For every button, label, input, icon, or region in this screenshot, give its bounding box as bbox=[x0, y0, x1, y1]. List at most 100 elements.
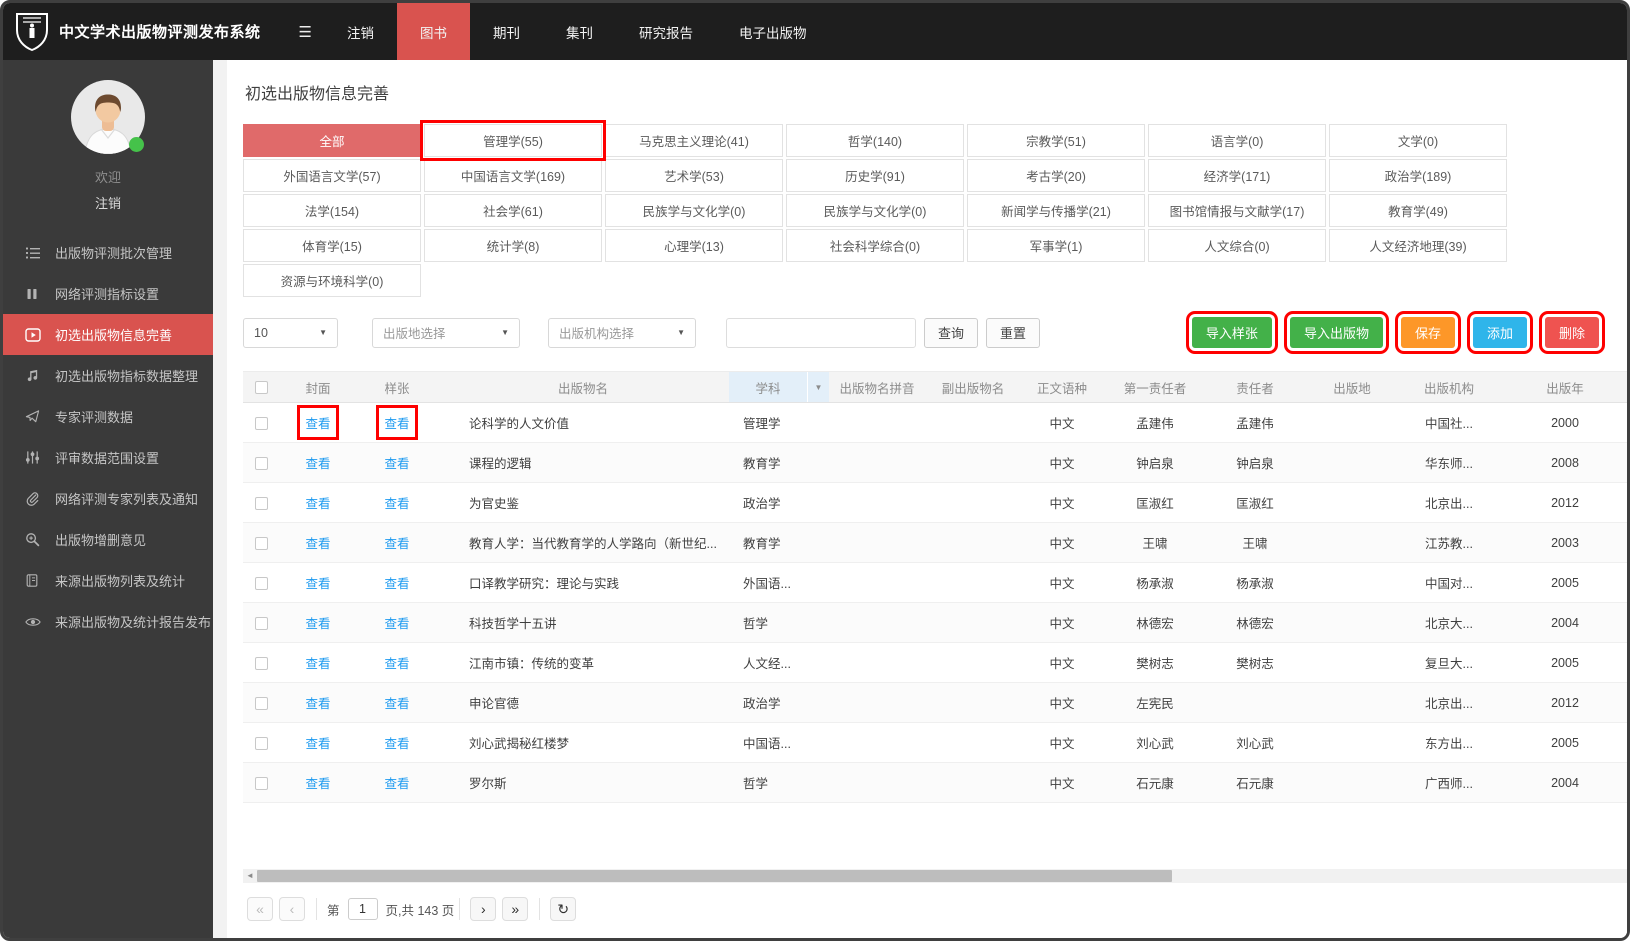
cover-view-link[interactable]: 查看 bbox=[305, 493, 330, 512]
sample-view-link[interactable]: 查看 bbox=[376, 405, 418, 440]
sidebar-item-2[interactable]: 初选出版物信息完善 bbox=[3, 314, 213, 355]
category-button-21[interactable]: 体育学(15) bbox=[243, 229, 421, 262]
category-button-14[interactable]: 法学(154) bbox=[243, 194, 421, 227]
vertical-scroll-strip[interactable] bbox=[213, 60, 227, 938]
sample-view-link[interactable]: 查看 bbox=[384, 653, 409, 672]
row-checkbox[interactable] bbox=[254, 616, 268, 630]
sidebar-item-8[interactable]: 来源出版物列表及统计 bbox=[3, 560, 213, 601]
sample-view-link[interactable]: 查看 bbox=[384, 613, 409, 632]
row-checkbox[interactable] bbox=[254, 496, 268, 510]
nav-item-1[interactable]: 图书 bbox=[396, 3, 470, 60]
query-button[interactable]: 查询 bbox=[924, 317, 979, 348]
action-button-1[interactable]: 导入出版物 bbox=[1283, 311, 1389, 354]
scroll-left-icon[interactable]: ◄ bbox=[243, 869, 257, 883]
category-button-23[interactable]: 心理学(13) bbox=[605, 229, 783, 262]
category-button-0[interactable]: 全部 bbox=[243, 124, 421, 157]
page-number-input[interactable] bbox=[347, 898, 378, 920]
sidebar-item-0[interactable]: 出版物评测批次管理 bbox=[3, 232, 213, 273]
category-button-11[interactable]: 考古学(20) bbox=[967, 159, 1145, 192]
cover-view-link[interactable]: 查看 bbox=[305, 653, 330, 672]
action-button-2[interactable]: 保存 bbox=[1394, 311, 1461, 354]
cover-view-link[interactable]: 查看 bbox=[305, 733, 330, 752]
cover-view-link[interactable]: 查看 bbox=[305, 453, 330, 472]
sample-view-link[interactable]: 查看 bbox=[384, 493, 409, 512]
action-button-4[interactable]: 删除 bbox=[1538, 311, 1606, 354]
row-checkbox[interactable] bbox=[254, 776, 268, 790]
category-button-3[interactable]: 哲学(140) bbox=[786, 124, 964, 157]
category-button-2[interactable]: 马克思主义理论(41) bbox=[605, 124, 783, 157]
cover-view-link[interactable]: 查看 bbox=[305, 573, 330, 592]
row-checkbox[interactable] bbox=[254, 656, 268, 670]
sidebar-logout-link[interactable]: 注销 bbox=[3, 193, 213, 212]
sample-view-link[interactable]: 查看 bbox=[384, 733, 409, 752]
nav-item-2[interactable]: 期刊 bbox=[470, 3, 543, 60]
row-checkbox[interactable] bbox=[254, 456, 268, 470]
category-button-17[interactable]: 民族学与文化学(0) bbox=[786, 194, 964, 227]
category-button-19[interactable]: 图书馆情报与文献学(17) bbox=[1148, 194, 1326, 227]
sidebar-item-6[interactable]: 网络评测专家列表及通知 bbox=[3, 478, 213, 519]
cover-view-link[interactable]: 查看 bbox=[305, 693, 330, 712]
first-page-button[interactable]: « bbox=[247, 897, 273, 921]
nav-item-3[interactable]: 集刊 bbox=[543, 3, 616, 60]
publisher-org-select[interactable]: 出版机构选择 ▼ bbox=[548, 317, 696, 348]
nav-item-0[interactable]: 注销 bbox=[324, 3, 397, 60]
category-button-24[interactable]: 社会科学综合(0) bbox=[786, 229, 964, 262]
category-button-18[interactable]: 新闻学与传播学(21) bbox=[967, 194, 1145, 227]
category-button-26[interactable]: 人文综合(0) bbox=[1148, 229, 1326, 262]
sidebar-item-1[interactable]: 网络评测指标设置 bbox=[3, 273, 213, 314]
category-button-1[interactable]: 管理学(55) bbox=[420, 120, 606, 161]
cover-view-link[interactable]: 查看 bbox=[305, 773, 330, 792]
category-button-7[interactable]: 外国语言文学(57) bbox=[243, 159, 421, 192]
sidebar-item-4[interactable]: 专家评测数据 bbox=[3, 396, 213, 437]
prev-page-button[interactable]: ‹ bbox=[279, 897, 305, 921]
refresh-button[interactable]: ↻ bbox=[550, 897, 577, 921]
row-checkbox[interactable] bbox=[254, 416, 268, 430]
category-button-8[interactable]: 中国语言文学(169) bbox=[424, 159, 602, 192]
category-button-20[interactable]: 教育学(49) bbox=[1329, 194, 1507, 227]
row-checkbox[interactable] bbox=[254, 736, 268, 750]
subject-filter-dropdown-icon[interactable]: ▼ bbox=[807, 372, 829, 402]
publish-place-select[interactable]: 出版地选择 ▼ bbox=[372, 317, 520, 348]
category-button-9[interactable]: 艺术学(53) bbox=[605, 159, 783, 192]
category-button-15[interactable]: 社会学(61) bbox=[424, 194, 602, 227]
next-page-button[interactable]: › bbox=[470, 897, 497, 921]
sample-view-link[interactable]: 查看 bbox=[384, 773, 409, 792]
sidebar-item-3[interactable]: 初选出版物指标数据整理 bbox=[3, 355, 213, 396]
sample-view-link[interactable]: 查看 bbox=[384, 573, 409, 592]
horizontal-scrollbar[interactable]: ◄ bbox=[243, 869, 1627, 883]
category-button-16[interactable]: 民族学与文化学(0) bbox=[605, 194, 783, 227]
category-button-12[interactable]: 经济学(171) bbox=[1148, 159, 1326, 192]
reset-button[interactable]: 重置 bbox=[986, 317, 1041, 348]
category-button-25[interactable]: 军事学(1) bbox=[967, 229, 1145, 262]
nav-item-5[interactable]: 电子出版物 bbox=[716, 3, 830, 60]
last-page-button[interactable]: » bbox=[502, 897, 529, 921]
scrollbar-thumb[interactable] bbox=[257, 870, 1172, 882]
hamburger-icon[interactable]: ☰ bbox=[299, 23, 312, 41]
category-button-6[interactable]: 文学(0) bbox=[1329, 124, 1507, 157]
row-checkbox[interactable] bbox=[254, 536, 268, 550]
page-size-select[interactable]: 10 ▼ bbox=[243, 317, 338, 348]
sidebar-item-7[interactable]: 出版物增删意见 bbox=[3, 519, 213, 560]
action-button-0[interactable]: 导入样张 bbox=[1185, 311, 1278, 354]
row-checkbox[interactable] bbox=[254, 696, 268, 710]
category-button-27[interactable]: 人文经济地理(39) bbox=[1329, 229, 1507, 262]
category-button-4[interactable]: 宗教学(51) bbox=[967, 124, 1145, 157]
category-button-5[interactable]: 语言学(0) bbox=[1148, 124, 1326, 157]
cover-view-link[interactable]: 查看 bbox=[305, 533, 330, 552]
sample-view-link[interactable]: 查看 bbox=[384, 533, 409, 552]
row-checkbox[interactable] bbox=[254, 576, 268, 590]
sample-view-link[interactable]: 查看 bbox=[384, 693, 409, 712]
sidebar-item-5[interactable]: 评审数据范围设置 bbox=[3, 437, 213, 478]
category-button-28[interactable]: 资源与环境科学(0) bbox=[243, 264, 421, 297]
nav-item-4[interactable]: 研究报告 bbox=[616, 3, 716, 60]
sidebar-item-9[interactable]: 来源出版物及统计报告发布 bbox=[3, 601, 213, 642]
search-input[interactable] bbox=[726, 317, 916, 348]
category-button-22[interactable]: 统计学(8) bbox=[424, 229, 602, 262]
sample-view-link[interactable]: 查看 bbox=[384, 453, 409, 472]
category-button-13[interactable]: 政治学(189) bbox=[1329, 159, 1507, 192]
action-button-3[interactable]: 添加 bbox=[1466, 311, 1533, 354]
cover-view-link[interactable]: 查看 bbox=[305, 613, 330, 632]
cover-view-link[interactable]: 查看 bbox=[297, 405, 339, 440]
select-all-checkbox[interactable] bbox=[254, 381, 268, 395]
category-button-10[interactable]: 历史学(91) bbox=[786, 159, 964, 192]
